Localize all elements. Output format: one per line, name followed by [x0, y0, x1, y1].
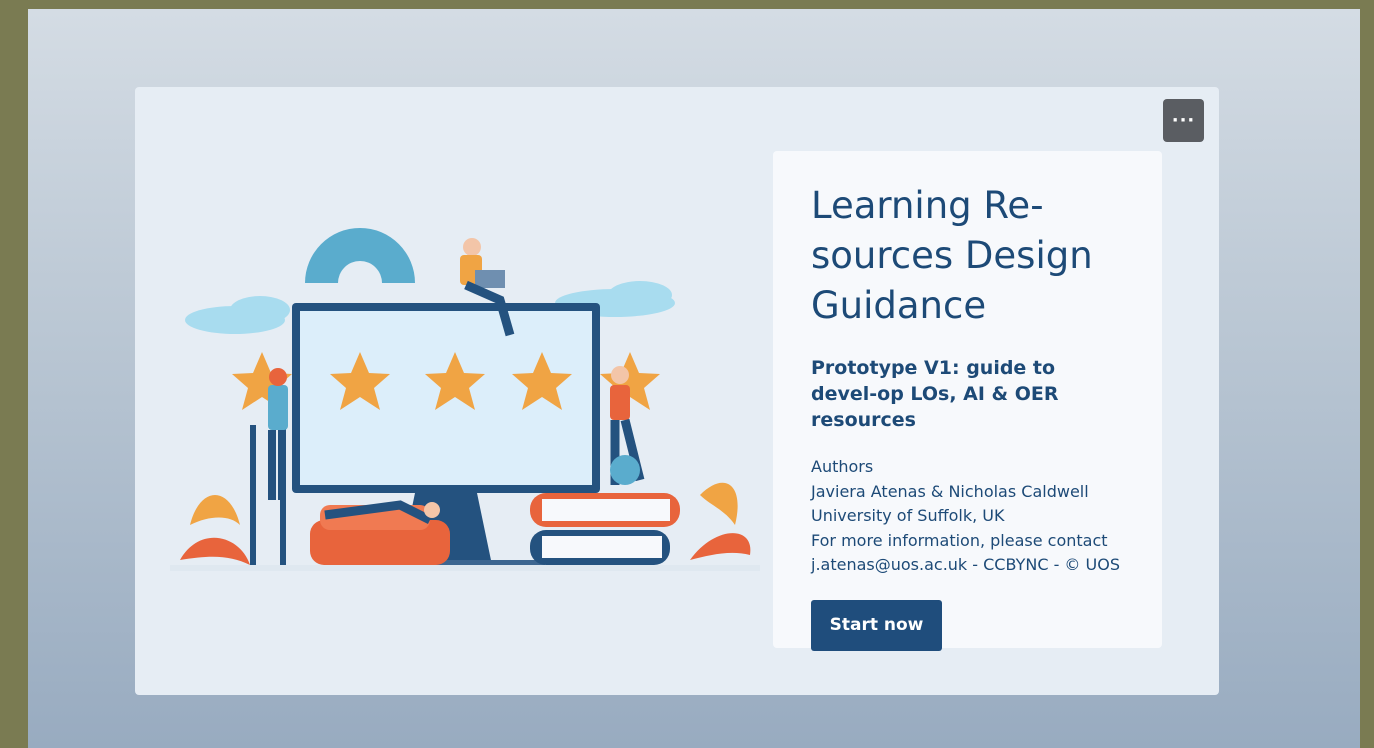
author-names: Javiera Atenas & Nicholas Caldwell	[811, 481, 1089, 501]
affiliation: University of Suffolk, UK	[811, 506, 1005, 525]
authors-label: Authors	[811, 457, 874, 476]
ellipsis-icon: ···	[1171, 110, 1196, 131]
contact-email-license: j.atenas@uos.ac.uk - CCBYNC - © UOS	[811, 555, 1120, 574]
more-options-button[interactable]: ···	[1163, 99, 1204, 142]
start-now-button[interactable]: Start now	[811, 599, 942, 651]
author-details: Authors Javiera Atenas & Nicholas Caldwe…	[811, 455, 1132, 578]
info-panel: Learning Re-sources Design Guidance Prot…	[773, 151, 1162, 651]
sofa-icon	[310, 500, 450, 565]
page-subtitle: Prototype V1: guide to devel-op LOs, AI …	[811, 357, 1059, 431]
website-rating-illustration	[170, 228, 760, 571]
books-icon	[530, 493, 680, 565]
contact-info-label: For more information, please contact	[811, 530, 1108, 550]
leaf-icon	[190, 495, 240, 525]
leaf-icon	[700, 482, 738, 525]
gear-icon	[610, 455, 640, 485]
page-title: Learning Re-sources Design Guidance	[811, 184, 1093, 327]
